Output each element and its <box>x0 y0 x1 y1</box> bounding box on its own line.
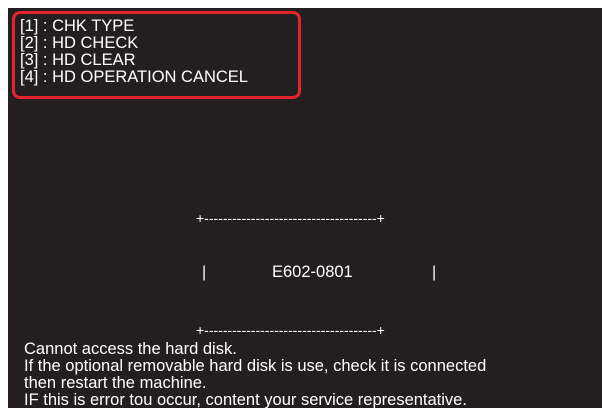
menu-item-chk-type[interactable]: [1] : CHK TYPE <box>20 18 248 35</box>
menu-item-hd-operation-cancel[interactable]: [4] : HD OPERATION CANCEL <box>20 69 248 86</box>
error-message: Cannot access the hard disk. If the opti… <box>24 341 486 408</box>
error-box-top-border: +-------------------------------------+ <box>196 210 385 226</box>
message-line: IF this is error tou occur, content your… <box>24 391 467 408</box>
message-line: If the optional removable hard disk is u… <box>24 357 487 375</box>
message-line: Cannot access the hard disk. <box>24 340 237 358</box>
error-box-bottom-border: +-------------------------------------+ <box>196 322 385 338</box>
service-error-screen: [1] : CHK TYPE [2] : HD CHECK [3] : HD C… <box>8 8 602 408</box>
menu-item-hd-check[interactable]: [2] : HD CHECK <box>20 35 248 52</box>
menu-item-hd-clear[interactable]: [3] : HD CLEAR <box>20 52 248 69</box>
error-box-left-bar: | <box>202 264 207 281</box>
hd-operation-menu: [1] : CHK TYPE [2] : HD CHECK [3] : HD C… <box>20 18 248 86</box>
error-box-right-bar: | <box>432 264 437 281</box>
message-line: then restart the machine. <box>24 374 207 392</box>
error-code-row: | E602-0801 | <box>196 263 436 285</box>
error-code: E602-0801 <box>272 263 353 281</box>
